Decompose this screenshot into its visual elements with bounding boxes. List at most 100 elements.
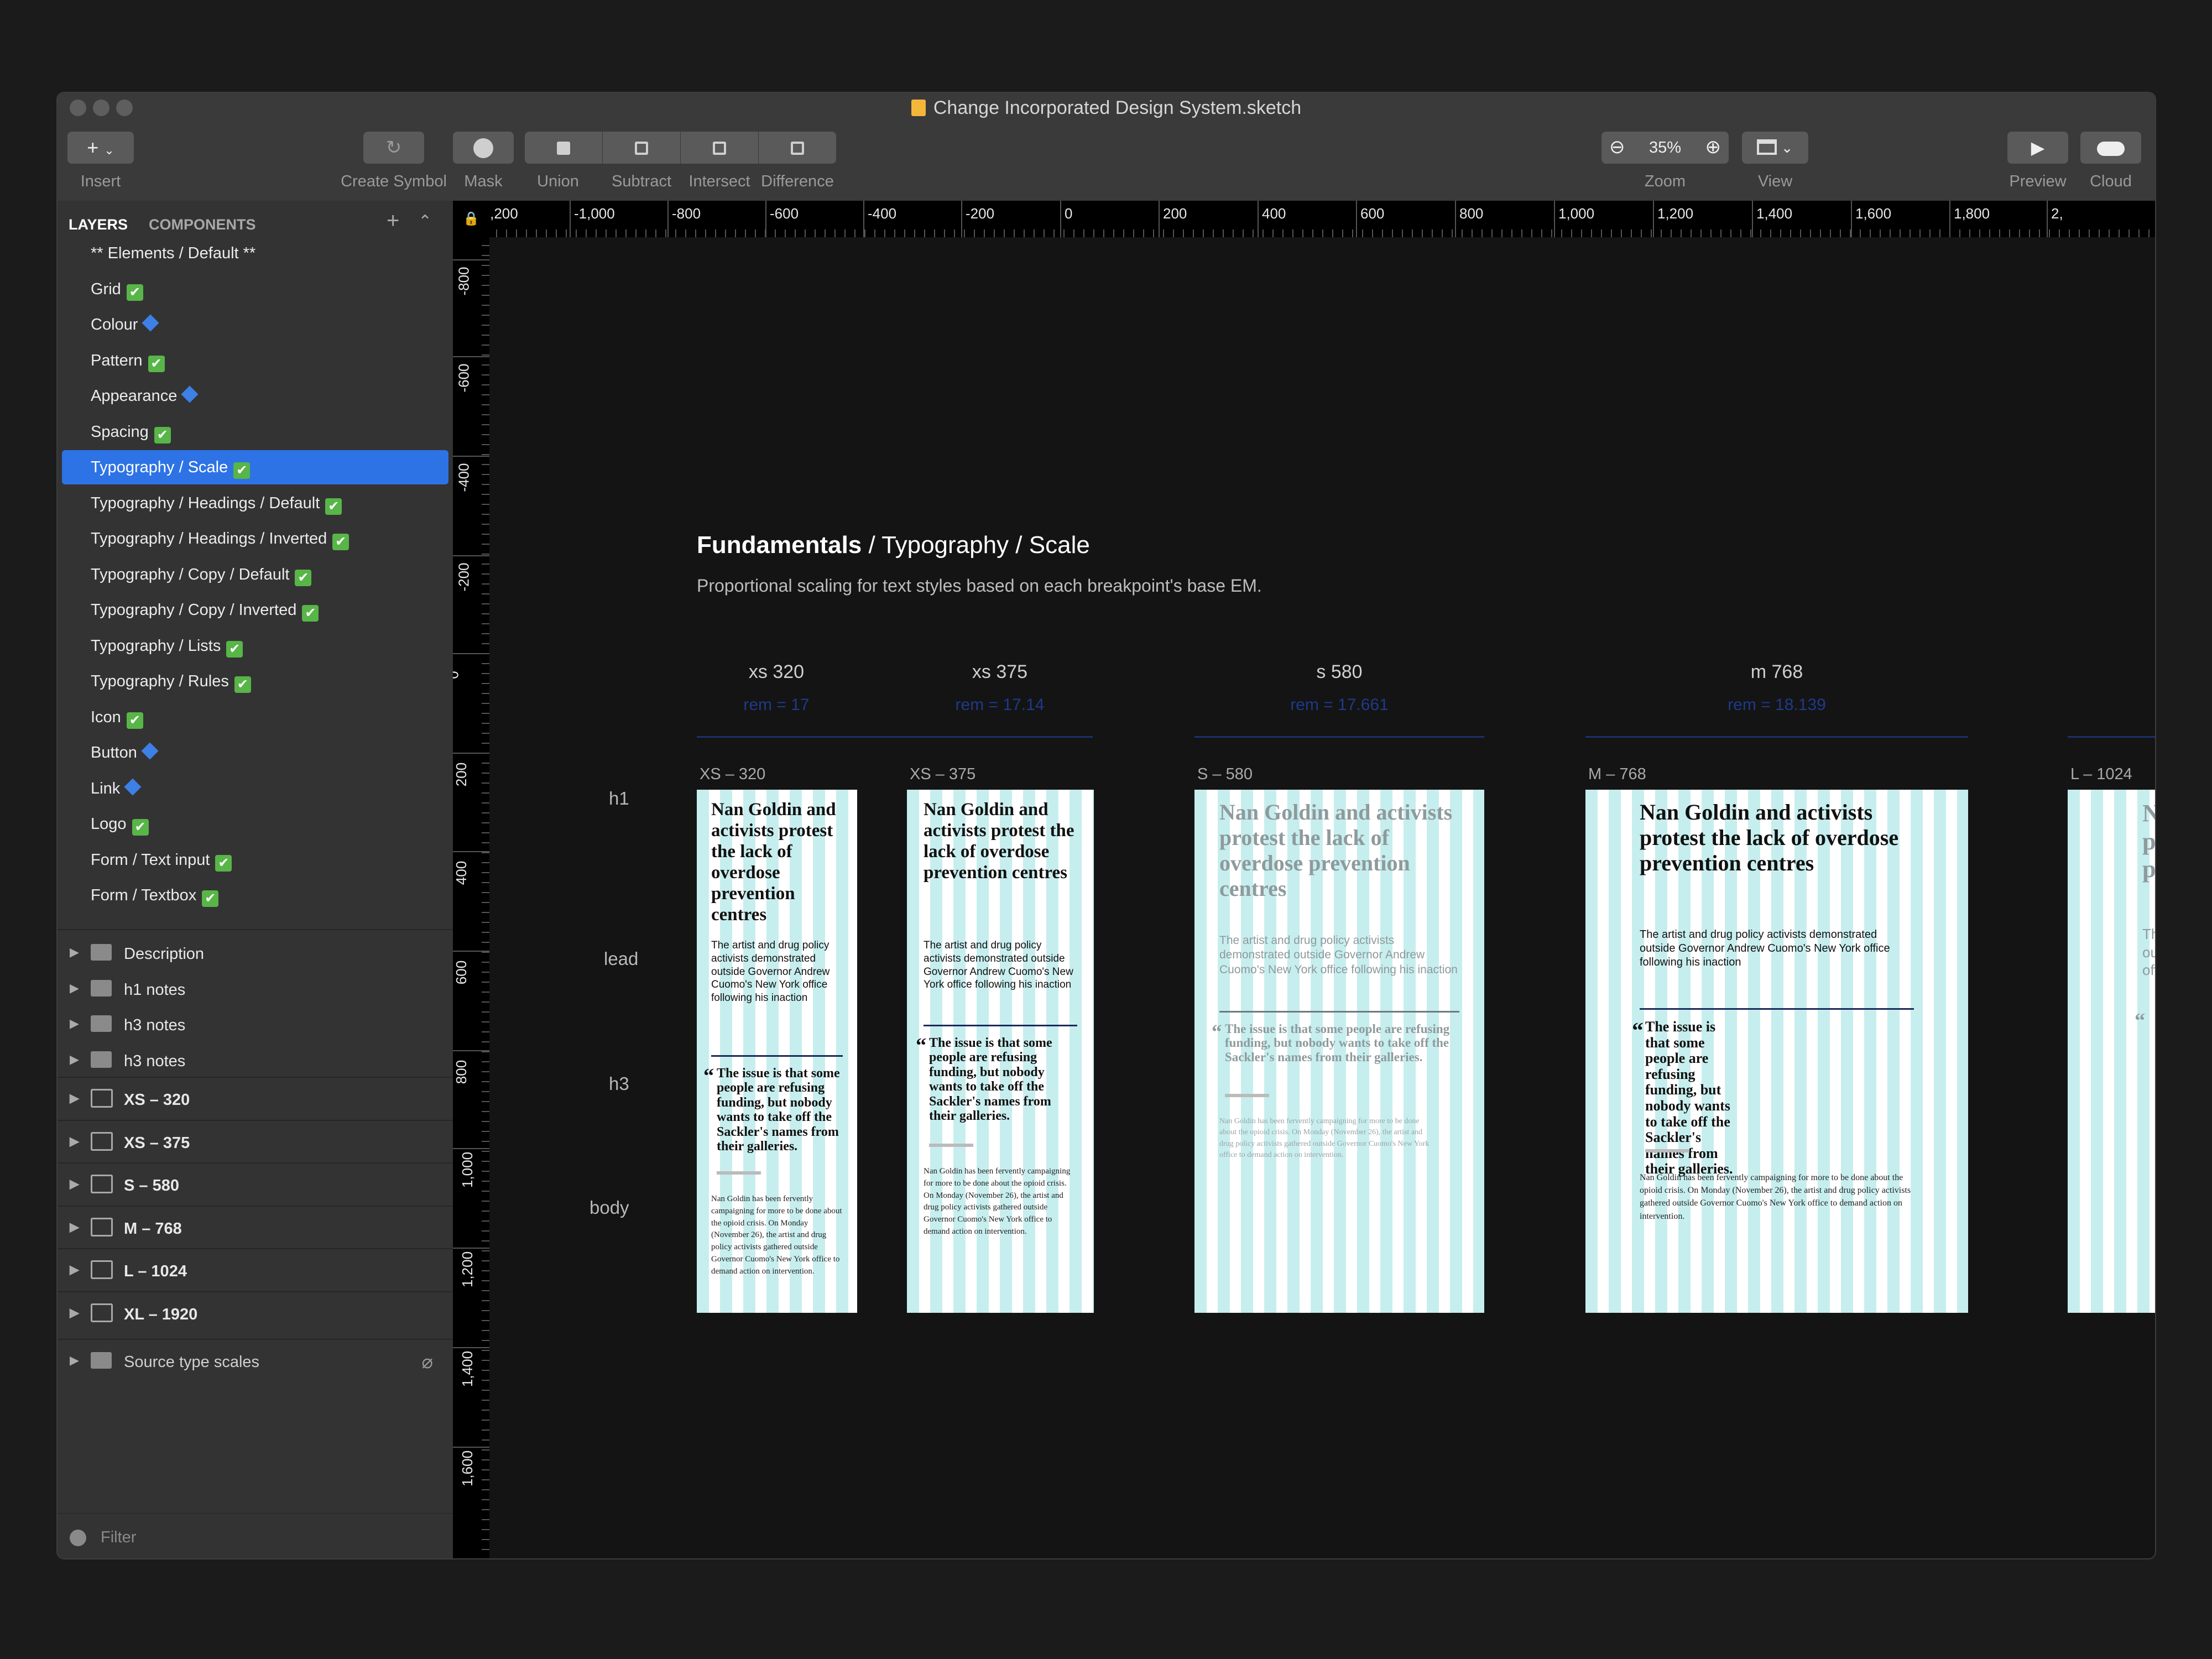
artboard-title[interactable]: S – 580 <box>1197 765 1253 784</box>
ruler-label: 400 <box>453 860 470 885</box>
zoom-in-icon[interactable]: ⊕ <box>1705 131 1721 163</box>
artboard-frame[interactable]: Nan Goldin and activists protest the lac… <box>1585 790 1968 1313</box>
artboard-frame[interactable]: Nan Goldin and activists protest the lac… <box>1194 790 1484 1313</box>
page-item[interactable]: Typography / Copy / Inverted ✔ <box>58 593 453 627</box>
canvas[interactable]: -1,200 -1,000 -800 -600 -400 -200 0 200 400 600 80… <box>453 201 2155 1558</box>
zoom-control[interactable]: ⊖ 35% ⊕ Zoom <box>1601 132 1729 191</box>
layers-sidebar: LAYERS COMPONENTS + ⌃ ** Elements / Defa… <box>58 201 453 1558</box>
ruler-minor-tick <box>1442 229 1443 237</box>
artboard-frame[interactable]: Nan Goldin and activists protest the lac… <box>697 790 857 1313</box>
artboard-layer[interactable]: ▶ S – 580 <box>58 1166 453 1206</box>
view-button[interactable]: ⌄ View <box>1742 132 1808 191</box>
preview-button[interactable]: ▶ Preview <box>2007 132 2068 191</box>
disclosure-triangle-icon[interactable]: ▶ <box>70 945 79 959</box>
page-item[interactable]: Appearance <box>58 379 453 413</box>
page-item[interactable]: Typography / Copy / Default ✔ <box>58 557 453 592</box>
mask-button[interactable]: Mask <box>450 132 517 191</box>
insert-button[interactable]: + ⌄ Insert <box>67 132 134 191</box>
difference-button[interactable]: Difference <box>759 132 836 191</box>
page-item[interactable]: Form / Text input ✔ <box>58 843 453 877</box>
create-symbol-button[interactable]: ↻ Create Symbol <box>327 132 460 191</box>
ruler-minor-tick <box>775 229 776 237</box>
add-page-icon[interactable]: + <box>387 208 399 233</box>
artboard-icon <box>91 1175 113 1193</box>
tab-layers[interactable]: LAYERS <box>69 216 128 233</box>
artboard-layer[interactable]: ▶ XS – 375 <box>58 1123 453 1163</box>
layer-group[interactable]: ▶ h1 notes <box>58 972 453 1006</box>
page-item[interactable]: Link <box>58 771 453 806</box>
breakpoint-divider <box>697 736 1093 738</box>
union-button[interactable]: Union <box>525 132 602 191</box>
artboard-layer[interactable]: ▶ XS – 320 <box>58 1080 453 1120</box>
disclosure-triangle-icon[interactable]: ▶ <box>70 1052 79 1067</box>
page-item[interactable]: Typography / Scale ✔ <box>62 450 448 484</box>
disclosure-triangle-icon[interactable]: ▶ <box>70 1134 79 1149</box>
page-item[interactable]: Logo ✔ <box>58 807 453 841</box>
ruler-minor-tick <box>482 922 489 923</box>
cloud-button[interactable]: Cloud <box>2080 132 2141 191</box>
zoom-out-icon[interactable]: ⊖ <box>1609 131 1625 163</box>
checkmark-icon: ✔ <box>332 534 349 550</box>
page-item-label: Appearance <box>91 387 178 405</box>
artboard-layer[interactable]: ▶ L – 1024 <box>58 1251 453 1291</box>
page-item[interactable]: Typography / Headings / Inverted ✔ <box>58 521 453 556</box>
ruler-lock-icon[interactable]: 🔒 <box>453 201 489 237</box>
subtract-button[interactable]: Subtract <box>603 132 680 191</box>
folder-icon <box>91 1051 112 1068</box>
artboard-frame[interactable]: Nan G protes preve The artist outside G o… <box>2068 790 2155 1313</box>
artboard-title[interactable]: L – 1024 <box>2070 765 2132 784</box>
ruler-minor-tick <box>1272 229 1274 237</box>
intersect-button[interactable]: Intersect <box>681 132 758 191</box>
disclosure-triangle-icon[interactable]: ▶ <box>70 1091 79 1105</box>
ruler-minor-tick <box>1641 229 1642 237</box>
layer-group[interactable]: ▶ h3 notes <box>58 1008 453 1042</box>
body-sample: Nan Goldin has been fervently campaignin… <box>1640 1173 1911 1221</box>
hidden-eye-icon[interactable]: ⌀ <box>422 1351 433 1373</box>
divider <box>58 1077 453 1078</box>
layer-group[interactable]: ▶ Description <box>58 936 453 971</box>
ruler-label: 1,600 <box>1855 205 1892 222</box>
ruler-minor-tick <box>1332 229 1333 237</box>
page-item[interactable]: ** Elements / Default ** <box>58 236 453 270</box>
disclosure-triangle-icon[interactable]: ▶ <box>70 1353 79 1368</box>
ruler-minor-tick <box>1651 229 1652 237</box>
artboard-title[interactable]: M – 768 <box>1588 765 1646 784</box>
page-item[interactable]: Typography / Headings / Default ✔ <box>58 486 453 520</box>
page-item[interactable]: Icon ✔ <box>58 700 453 734</box>
ruler-minor-tick <box>482 623 489 624</box>
artboard-layer[interactable]: ▶ XL – 1920 <box>58 1295 453 1334</box>
page-item-label: Pattern <box>91 351 143 369</box>
ruler-minor-tick <box>482 942 489 943</box>
ruler-minor-tick <box>1063 229 1065 237</box>
disclosure-triangle-icon[interactable]: ▶ <box>70 1306 79 1320</box>
artboard-frame[interactable]: Nan Goldin and activists protest the lac… <box>907 790 1094 1313</box>
page-item[interactable]: Button <box>58 735 453 770</box>
divider <box>58 929 453 930</box>
collapse-pages-icon[interactable]: ⌃ <box>418 212 432 231</box>
artboard-title[interactable]: XS – 320 <box>700 765 765 784</box>
ruler-minor-tick <box>482 753 489 754</box>
filter-input[interactable]: Filter <box>101 1528 136 1547</box>
page-item[interactable]: Typography / Rules ✔ <box>58 664 453 698</box>
ruler-minor-tick <box>1153 229 1154 237</box>
page-item[interactable]: Pattern ✔ <box>58 343 453 378</box>
quote-rule <box>711 1055 843 1057</box>
page-item[interactable]: Spacing ✔ <box>58 415 453 449</box>
ruler-minor-tick <box>1989 229 1990 237</box>
page-item[interactable]: Colour <box>58 307 453 342</box>
tab-components[interactable]: COMPONENTS <box>149 216 256 233</box>
page-item-label: Form / Text input <box>91 851 210 869</box>
disclosure-triangle-icon[interactable]: ▶ <box>70 1177 79 1191</box>
page-item[interactable]: Grid ✔ <box>58 272 453 306</box>
disclosure-triangle-icon[interactable]: ▶ <box>70 1220 79 1234</box>
artboard-title[interactable]: XS – 375 <box>910 765 975 784</box>
layer-group-source-type-scales[interactable]: ▶ Source type scales ⌀ <box>58 1344 453 1379</box>
page-item[interactable]: Typography / Lists ✔ <box>58 629 453 663</box>
page-item[interactable]: Form / Textbox ✔ <box>58 878 453 912</box>
disclosure-triangle-icon[interactable]: ▶ <box>70 981 79 995</box>
disclosure-triangle-icon[interactable]: ▶ <box>70 1262 79 1277</box>
artboard-layer[interactable]: ▶ M – 768 <box>58 1209 453 1249</box>
disclosure-triangle-icon[interactable]: ▶ <box>70 1016 79 1031</box>
body-sample: Nan Goldin has been fervently campaignin… <box>1219 1117 1430 1159</box>
layer-group[interactable]: ▶ h3 notes <box>58 1044 453 1078</box>
